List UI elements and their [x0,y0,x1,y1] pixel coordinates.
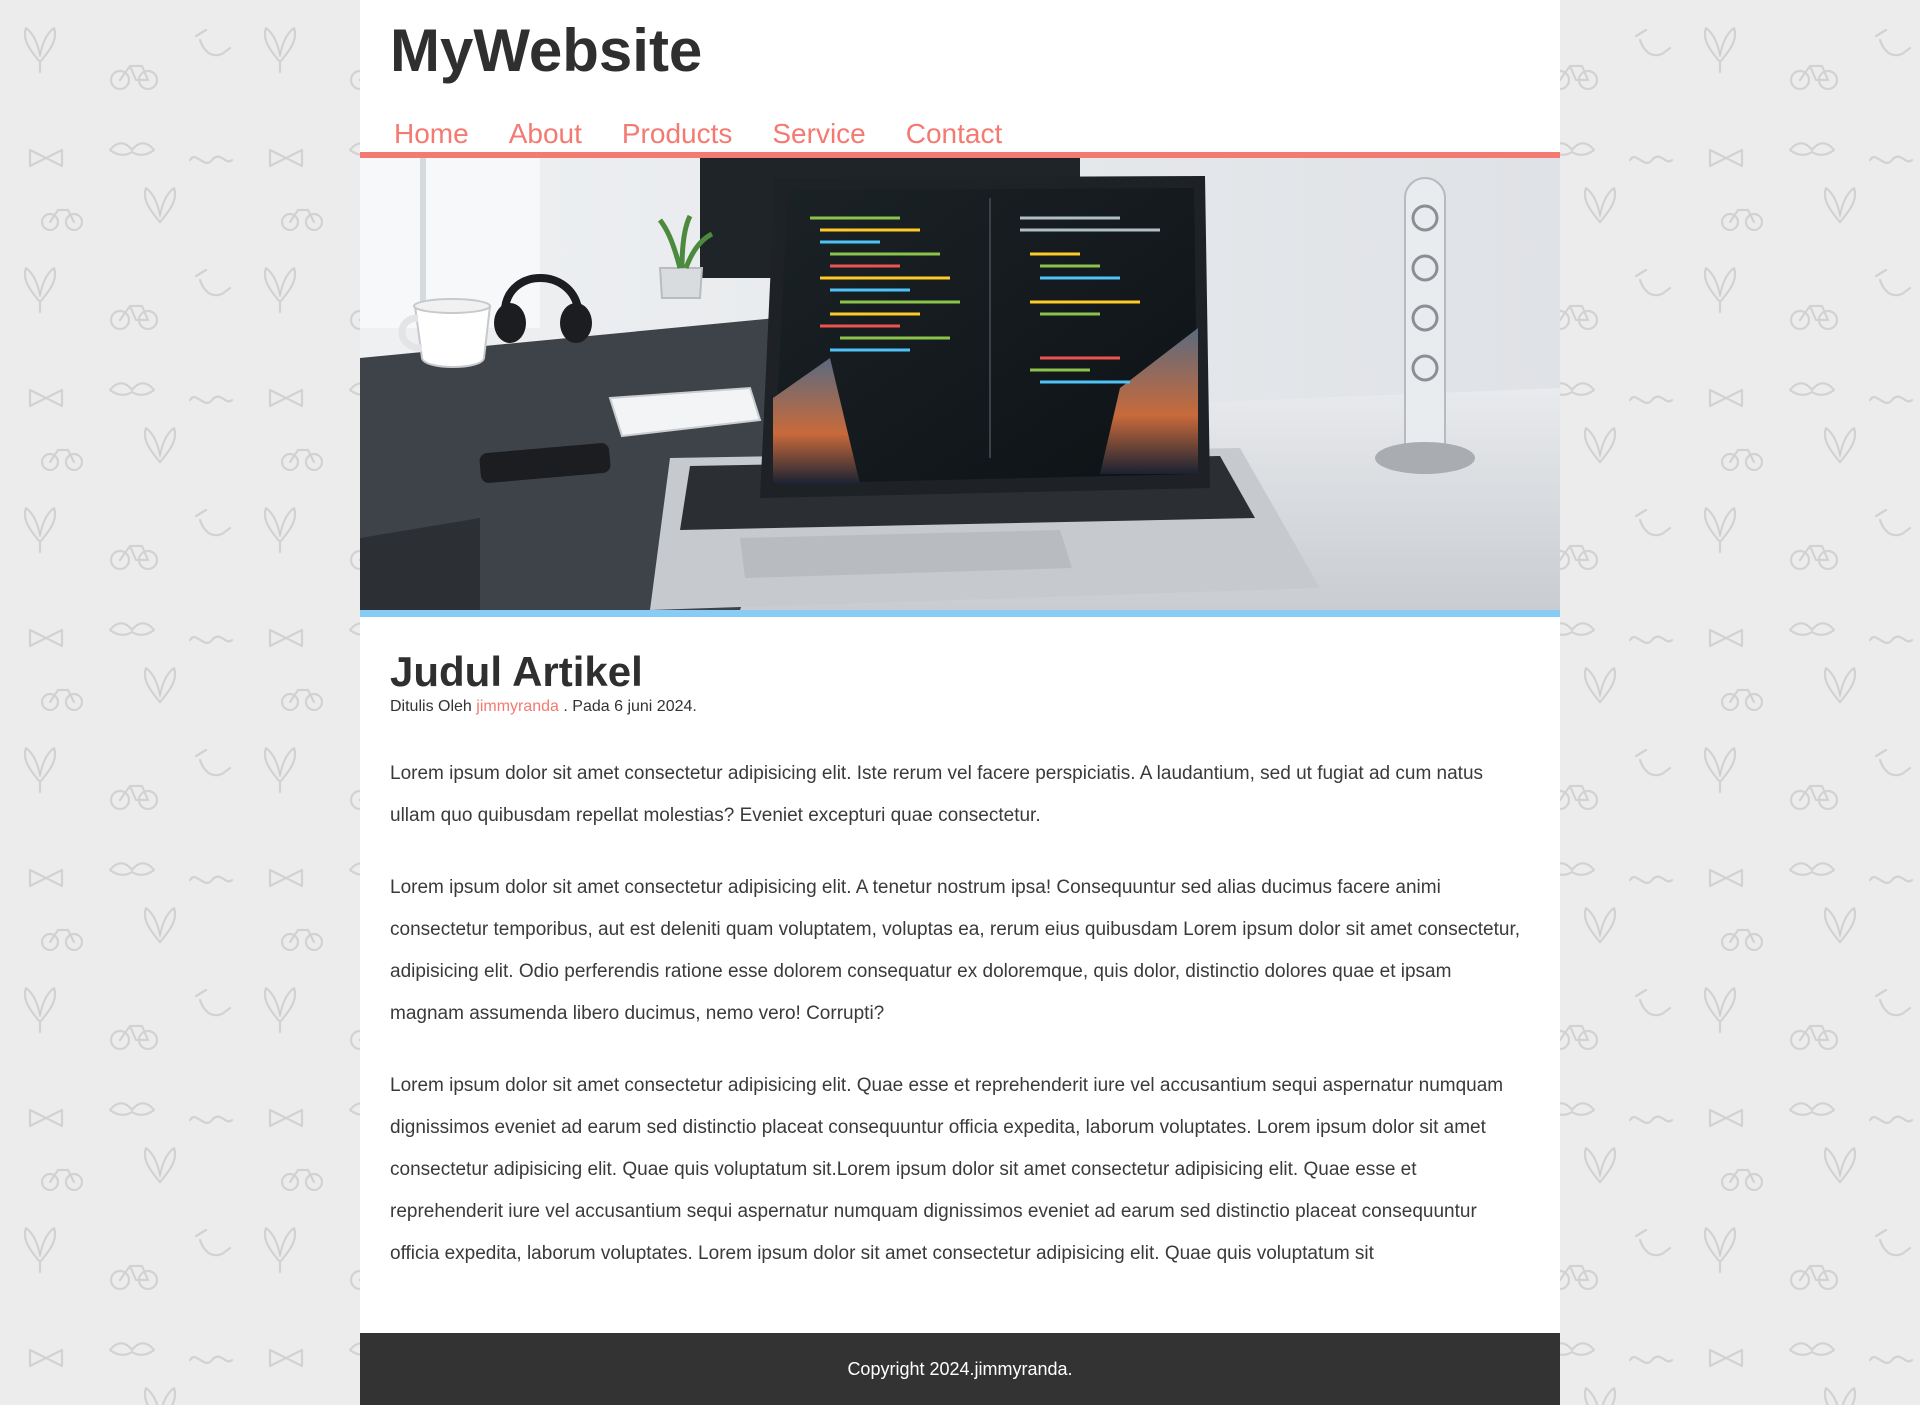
meta-suffix: . Pada 6 juni 2024. [563,698,697,715]
hero-image [360,158,1560,617]
article-paragraph: Lorem ipsum dolor sit amet consectetur a… [390,763,1484,826]
meta-prefix: Ditulis Oleh [390,698,472,715]
article-meta: Ditulis Oleh jimmyranda . Pada 6 juni 20… [390,697,1530,717]
main-nav: Home About Products Service Contact [360,87,1560,151]
nav-products-link[interactable]: Products [618,117,737,151]
laptop-photo-icon [360,158,1560,610]
nav-service-link[interactable]: Service [768,117,869,151]
copyright-text: Copyright 2024.jimmyranda. [847,1358,1073,1379]
article-paragraph: Lorem ipsum dolor sit amet consectetur a… [390,877,1521,1024]
article-paragraph: Lorem ipsum dolor sit amet consectetur a… [390,1075,1504,1264]
nav-about-link[interactable]: About [505,117,586,151]
nav-home-link[interactable]: Home [390,117,473,151]
article: Judul Artikel Ditulis Oleh jimmyranda . … [360,617,1560,1275]
site-title: MyWebsite [390,17,703,84]
site-header: MyWebsite Home About Products Service Co… [360,0,1560,158]
article-title: Judul Artikel [390,648,643,695]
nav-contact-link[interactable]: Contact [902,117,1007,151]
article-body: Lorem ipsum dolor sit amet consectetur a… [390,753,1530,1275]
site-footer: Copyright 2024.jimmyranda. [360,1333,1560,1405]
page-container: MyWebsite Home About Products Service Co… [360,0,1560,1405]
author-link[interactable]: jimmyranda [476,698,559,715]
